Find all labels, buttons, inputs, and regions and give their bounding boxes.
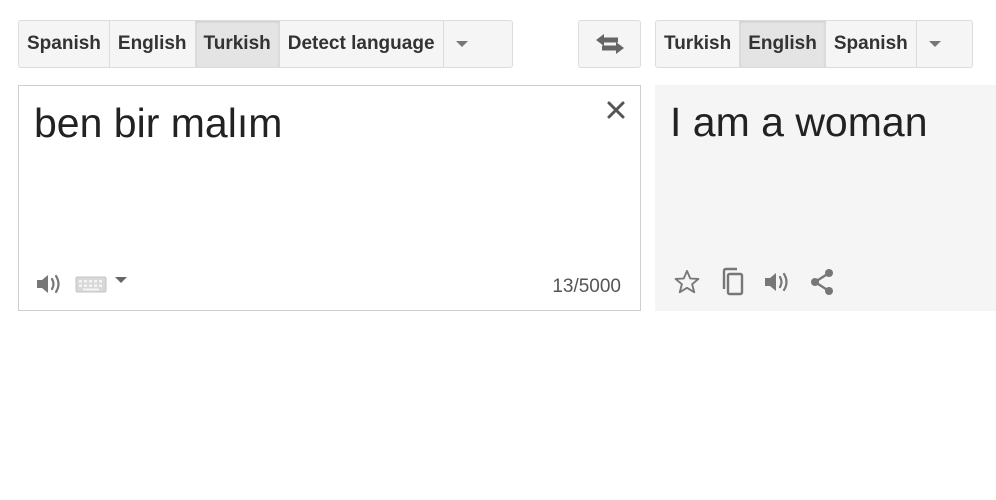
translation-tools [673, 267, 835, 297]
share-icon [811, 269, 833, 295]
close-icon [607, 101, 625, 119]
target-lang-spanish[interactable]: Spanish [826, 21, 917, 67]
chevron-down-icon [115, 277, 127, 283]
target-lang-english[interactable]: English [740, 21, 826, 67]
copy-icon [722, 267, 744, 296]
keyboard-icon [75, 276, 107, 293]
share-translation-button[interactable] [809, 268, 835, 296]
listen-source-button[interactable] [35, 272, 63, 296]
input-tools-button[interactable] [75, 274, 107, 294]
listen-translation-button[interactable] [763, 270, 791, 294]
target-language-dropdown[interactable] [917, 21, 953, 67]
source-language-dropdown[interactable] [444, 21, 480, 67]
clear-source-button[interactable] [606, 100, 626, 125]
target-lang-turkish[interactable]: Turkish [656, 21, 741, 67]
copy-translation-button[interactable] [719, 267, 745, 297]
translation-text: I am a woman [670, 99, 928, 145]
input-tools-dropdown[interactable] [115, 277, 127, 283]
translation-panel: I am a woman [655, 85, 996, 311]
source-text-input[interactable]: ben bir malım [34, 100, 282, 147]
source-tools [35, 272, 127, 296]
save-translation-button[interactable] [673, 268, 701, 296]
target-language-bar: Turkish English Spanish [655, 20, 973, 68]
source-lang-english[interactable]: English [110, 21, 196, 67]
star-icon [674, 269, 700, 294]
chevron-down-icon [455, 41, 468, 47]
source-lang-turkish[interactable]: Turkish [195, 21, 280, 67]
source-lang-spanish[interactable]: Spanish [19, 21, 110, 67]
source-text-panel[interactable]: ben bir malım 13/5000 [18, 85, 641, 311]
source-language-bar: Spanish English Turkish Detect language [18, 20, 513, 68]
swap-languages-button[interactable] [578, 20, 641, 68]
speaker-icon [765, 272, 788, 292]
chevron-down-icon [928, 41, 941, 47]
swap-arrows-icon [595, 34, 624, 54]
speaker-icon [37, 274, 60, 294]
character-count: 13/5000 [552, 276, 621, 297]
source-lang-detect[interactable]: Detect language [280, 21, 444, 67]
